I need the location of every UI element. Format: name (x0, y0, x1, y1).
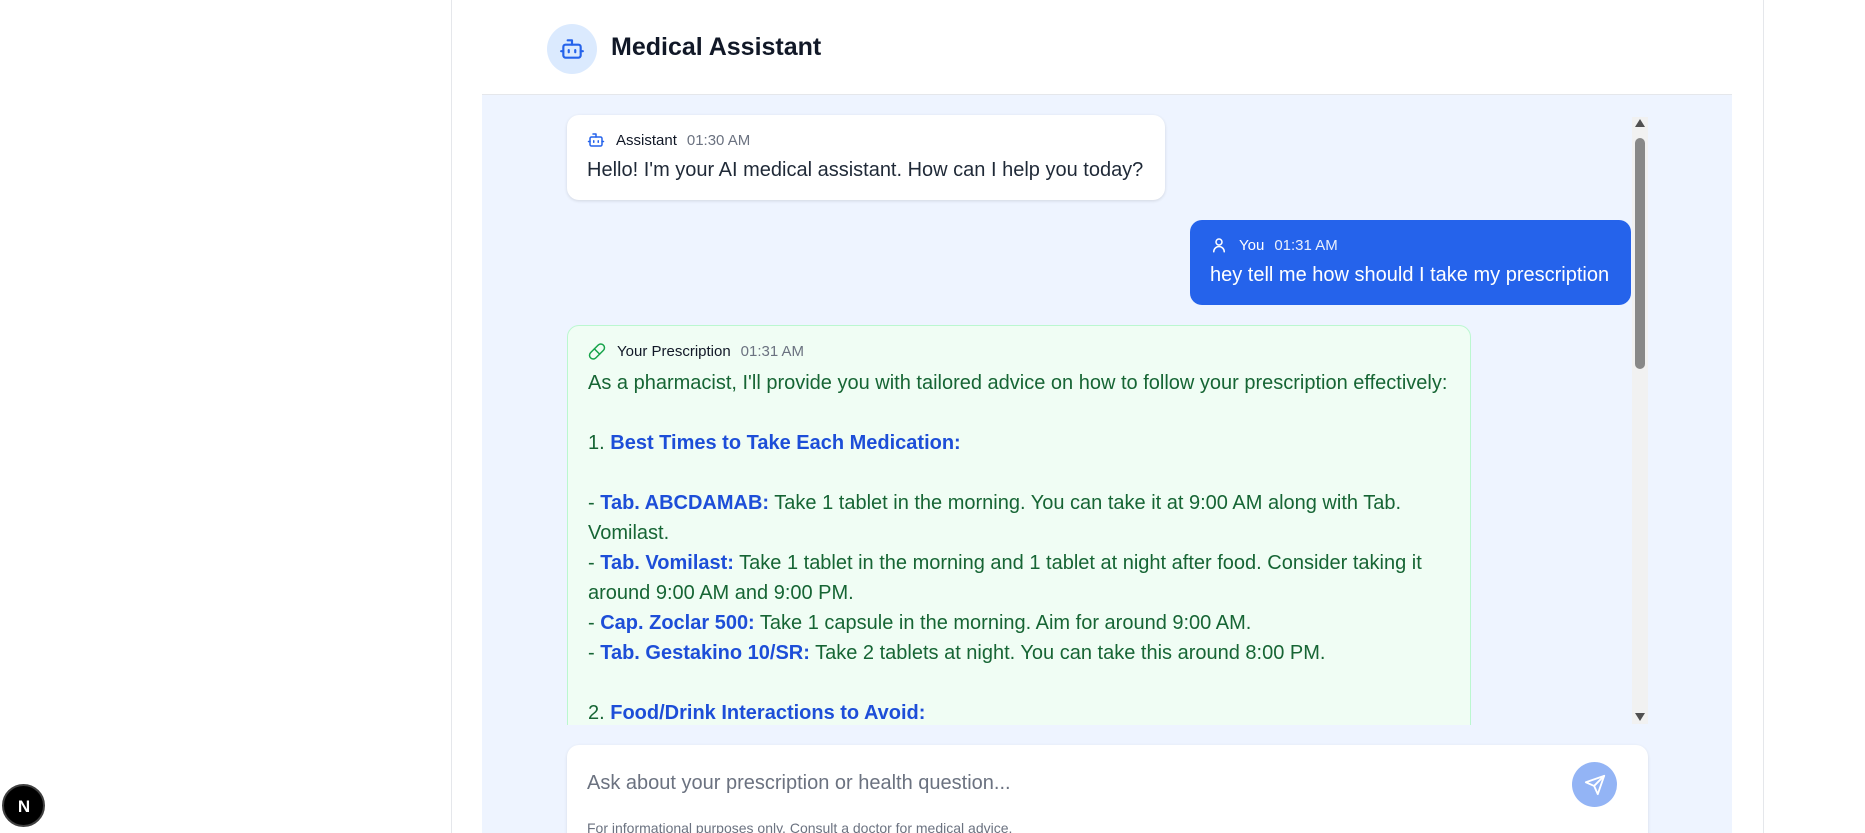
message-text: Hello! I'm your AI medical assistant. Ho… (587, 159, 1144, 181)
user-message: You 01:31 AM hey tell me how should I ta… (1190, 220, 1631, 305)
advice-intro: As a pharmacist, I'll provide you with t… (588, 372, 1448, 394)
chat-header: Medical Assistant (482, 0, 1732, 95)
pill-icon (588, 342, 606, 360)
user-icon (1210, 236, 1228, 254)
prescription-advice: As a pharmacist, I'll provide you with t… (588, 368, 1458, 725)
message-scrollbar[interactable] (1632, 117, 1648, 724)
next-logo-icon: N (17, 797, 29, 816)
message-meta: Assistant 01:30 AM (587, 131, 750, 149)
medication-item: - Tab. ABCDAMAB: Take 1 tablet in the mo… (588, 492, 1401, 514)
dev-tools-button[interactable]: N (2, 784, 45, 827)
bot-icon (587, 131, 605, 149)
sender-name: Assistant (616, 131, 677, 149)
scroll-thumb[interactable] (1635, 138, 1645, 369)
section-heading: 2. Food/Drink Interactions to Avoid: (588, 702, 926, 724)
scroll-down-arrow[interactable] (1635, 713, 1645, 721)
chat-panel: Medical Assistant Assistant 01:30 AM Hel… (482, 0, 1732, 833)
disclaimer: For informational purposes only. Consult… (587, 820, 1013, 833)
prescription-message: Your Prescription 01:31 AM As a pharmaci… (567, 325, 1471, 725)
message-list[interactable]: Assistant 01:30 AM Hello! I'm your AI me… (482, 95, 1732, 725)
medication-item: - Cap. Zoclar 500: Take 1 capsule in the… (588, 612, 1252, 634)
chat-input[interactable] (587, 765, 1567, 801)
medication-item-continued: around 9:00 AM and 9:00 PM. (588, 582, 854, 604)
sender-name: You (1239, 236, 1265, 254)
send-button[interactable] (1572, 762, 1617, 807)
section-heading: 1. Best Times to Take Each Medication: (588, 432, 961, 454)
medication-item-continued: Vomilast. (588, 522, 670, 544)
message-text: hey tell me how should I take my prescri… (1210, 264, 1610, 286)
message-meta: Your Prescription 01:31 AM (588, 342, 804, 360)
send-icon (1584, 774, 1606, 796)
timestamp: 01:30 AM (686, 131, 751, 149)
app-frame: Medical Assistant Assistant 01:30 AM Hel… (451, 0, 1764, 833)
medication-item: - Tab. Gestakino 10/SR: Take 2 tablets a… (588, 642, 1326, 664)
composer: For informational purposes only. Consult… (567, 745, 1648, 833)
scroll-up-arrow[interactable] (1635, 119, 1645, 127)
medication-item: - Tab. Vomilast: Take 1 tablet in the mo… (588, 552, 1422, 574)
message-meta: You 01:31 AM (1210, 236, 1338, 254)
svg-text:N: N (17, 797, 29, 816)
page-title: Medical Assistant (611, 33, 822, 61)
timestamp: 01:31 AM (740, 342, 805, 360)
assistant-message: Assistant 01:30 AM Hello! I'm your AI me… (567, 115, 1165, 200)
timestamp: 01:31 AM (1274, 236, 1338, 254)
sender-name: Your Prescription (617, 342, 731, 360)
bot-icon (547, 24, 597, 74)
